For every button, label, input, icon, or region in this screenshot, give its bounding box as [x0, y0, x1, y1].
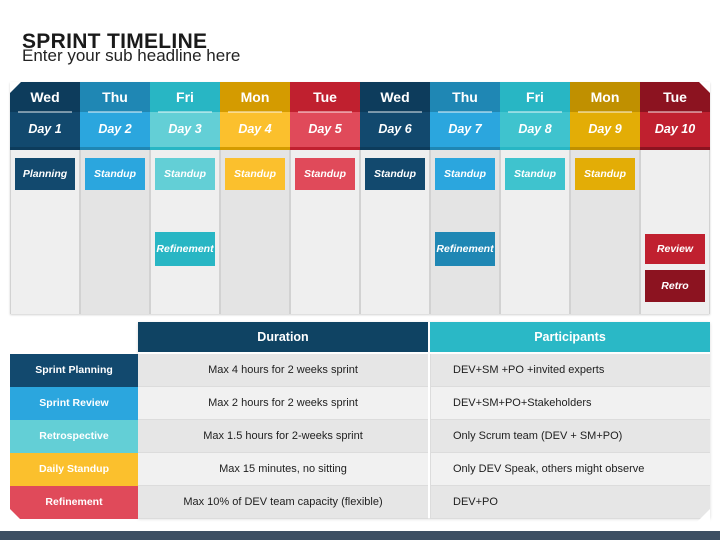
- table-cell-participants: Only DEV Speak, others might observe: [430, 453, 710, 486]
- timeline-event-block[interactable]: Standup: [155, 158, 215, 190]
- table-header-participants: Participants: [430, 322, 710, 352]
- timeline-column[interactable]: Wed Day 1 Planning: [10, 82, 80, 314]
- day-number: Day 3: [150, 112, 220, 147]
- timeline-event-block[interactable]: Review: [645, 234, 705, 264]
- day-name: Fri: [500, 82, 570, 112]
- table-row[interactable]: Sprint Planning Max 4 hours for 2 weeks s…: [10, 354, 710, 387]
- page-subtitle: Enter your sub headline here: [22, 46, 241, 65]
- day-number: Day 5: [290, 112, 360, 147]
- timeline-column[interactable]: Thu Day 2 Standup: [80, 82, 150, 314]
- day-seam-divider: [578, 111, 632, 113]
- table-cell-duration: Max 4 hours for 2 weeks sprint: [138, 354, 428, 387]
- table-row[interactable]: Refinement Max 10% of DEV team capacity (…: [10, 486, 710, 519]
- timeline-column[interactable]: Mon Day 4 Standup: [220, 82, 290, 314]
- table-cell-participants: DEV+PO: [430, 486, 710, 519]
- timeline-event-block[interactable]: Standup: [365, 158, 425, 190]
- timeline-event-block[interactable]: Standup: [225, 158, 285, 190]
- table-row-label: Sprint Planning: [10, 354, 138, 387]
- day-name: Tue: [290, 82, 360, 112]
- day-name: Thu: [430, 82, 500, 112]
- timeline-column[interactable]: Fri Day 8 Standup: [500, 82, 570, 314]
- day-name: Mon: [220, 82, 290, 112]
- day-seam-divider: [648, 111, 702, 113]
- day-seam-divider: [18, 111, 72, 113]
- day-name: Mon: [570, 82, 640, 112]
- sprint-timeline-card: Wed Day 1 Planning Thu Day 2 Standup Fri Day 3S…: [10, 82, 710, 314]
- timeline-corner-notch-right: [699, 82, 710, 93]
- table-row-label: Refinement: [10, 486, 138, 519]
- day-seam-divider: [368, 111, 422, 113]
- day-number: Day 1: [10, 112, 80, 147]
- table-row[interactable]: Sprint Review Max 2 hours for 2 weeks spr…: [10, 387, 710, 420]
- table-cell-duration: Max 1.5 hours for 2-weeks sprint: [138, 420, 428, 453]
- timeline-column[interactable]: Thu Day 7 Standup Refinement: [430, 82, 500, 314]
- table-row-label: Retrospective: [10, 420, 138, 453]
- day-seam-divider: [508, 111, 562, 113]
- timeline-event-block[interactable]: Standup: [295, 158, 355, 190]
- day-name: Thu: [80, 82, 150, 112]
- table-row-label: Daily Standup: [10, 453, 138, 486]
- timeline-column[interactable]: Tue Day 5 Standup: [290, 82, 360, 314]
- day-number: Day 9: [570, 112, 640, 147]
- sprint-events-table: Duration Participants Sprint Planning Max…: [10, 322, 710, 522]
- table-row[interactable]: Daily Standup Max 15 minutes, no sitting O…: [10, 453, 710, 486]
- table-row-label: Sprint Review: [10, 387, 138, 420]
- day-number: Day 6: [360, 112, 430, 147]
- day-seam-divider: [228, 111, 282, 113]
- timeline-event-block[interactable]: Planning: [15, 158, 75, 190]
- table-cell-duration: Max 2 hours for 2 weeks sprint: [138, 387, 428, 420]
- day-name: Fri: [150, 82, 220, 112]
- table-cell-participants: DEV+SM +PO +invited experts: [430, 354, 710, 387]
- day-seam-divider: [298, 111, 352, 113]
- timeline-event-block[interactable]: Standup: [85, 158, 145, 190]
- table-corner-notch-right: [697, 509, 710, 522]
- day-number: Day 7: [430, 112, 500, 147]
- day-number: Day 2: [80, 112, 150, 147]
- timeline-column[interactable]: Wed Day 6 Standup: [360, 82, 430, 314]
- timeline-event-block[interactable]: Standup: [505, 158, 565, 190]
- timeline-column[interactable]: Tue Day 10 Review Retro: [640, 82, 710, 314]
- table-cell-participants: Only Scrum team (DEV + SM+PO): [430, 420, 710, 453]
- timeline-event-block[interactable]: Retro: [645, 270, 705, 302]
- timeline-event-block[interactable]: Standup: [575, 158, 635, 190]
- day-name: Wed: [360, 82, 430, 112]
- day-number: Day 4: [220, 112, 290, 147]
- timeline-event-block[interactable]: Refinement: [155, 232, 215, 266]
- table-cell-participants: DEV+SM+PO+Stakeholders: [430, 387, 710, 420]
- timeline-column[interactable]: Mon Day 9 Standup: [570, 82, 640, 314]
- day-number: Day 10: [640, 112, 710, 147]
- table-corner-notch-left: [10, 509, 23, 522]
- timeline-event-block[interactable]: Standup: [435, 158, 495, 190]
- timeline-column[interactable]: Fri Day 3 Standup Refinement: [150, 82, 220, 314]
- table-cell-duration: Max 10% of DEV team capacity (flexible): [138, 486, 428, 519]
- day-seam-divider: [88, 111, 142, 113]
- footer-bar: [0, 531, 720, 540]
- table-row[interactable]: Retrospective Max 1.5 hours for 2-weeks s…: [10, 420, 710, 453]
- table-cell-duration: Max 15 minutes, no sitting: [138, 453, 428, 486]
- timeline-corner-notch-left: [10, 82, 21, 93]
- day-seam-divider: [438, 111, 492, 113]
- table-header-duration: Duration: [138, 322, 428, 352]
- day-number: Day 8: [500, 112, 570, 147]
- day-seam-divider: [158, 111, 212, 113]
- timeline-event-block[interactable]: Refinement: [435, 232, 495, 266]
